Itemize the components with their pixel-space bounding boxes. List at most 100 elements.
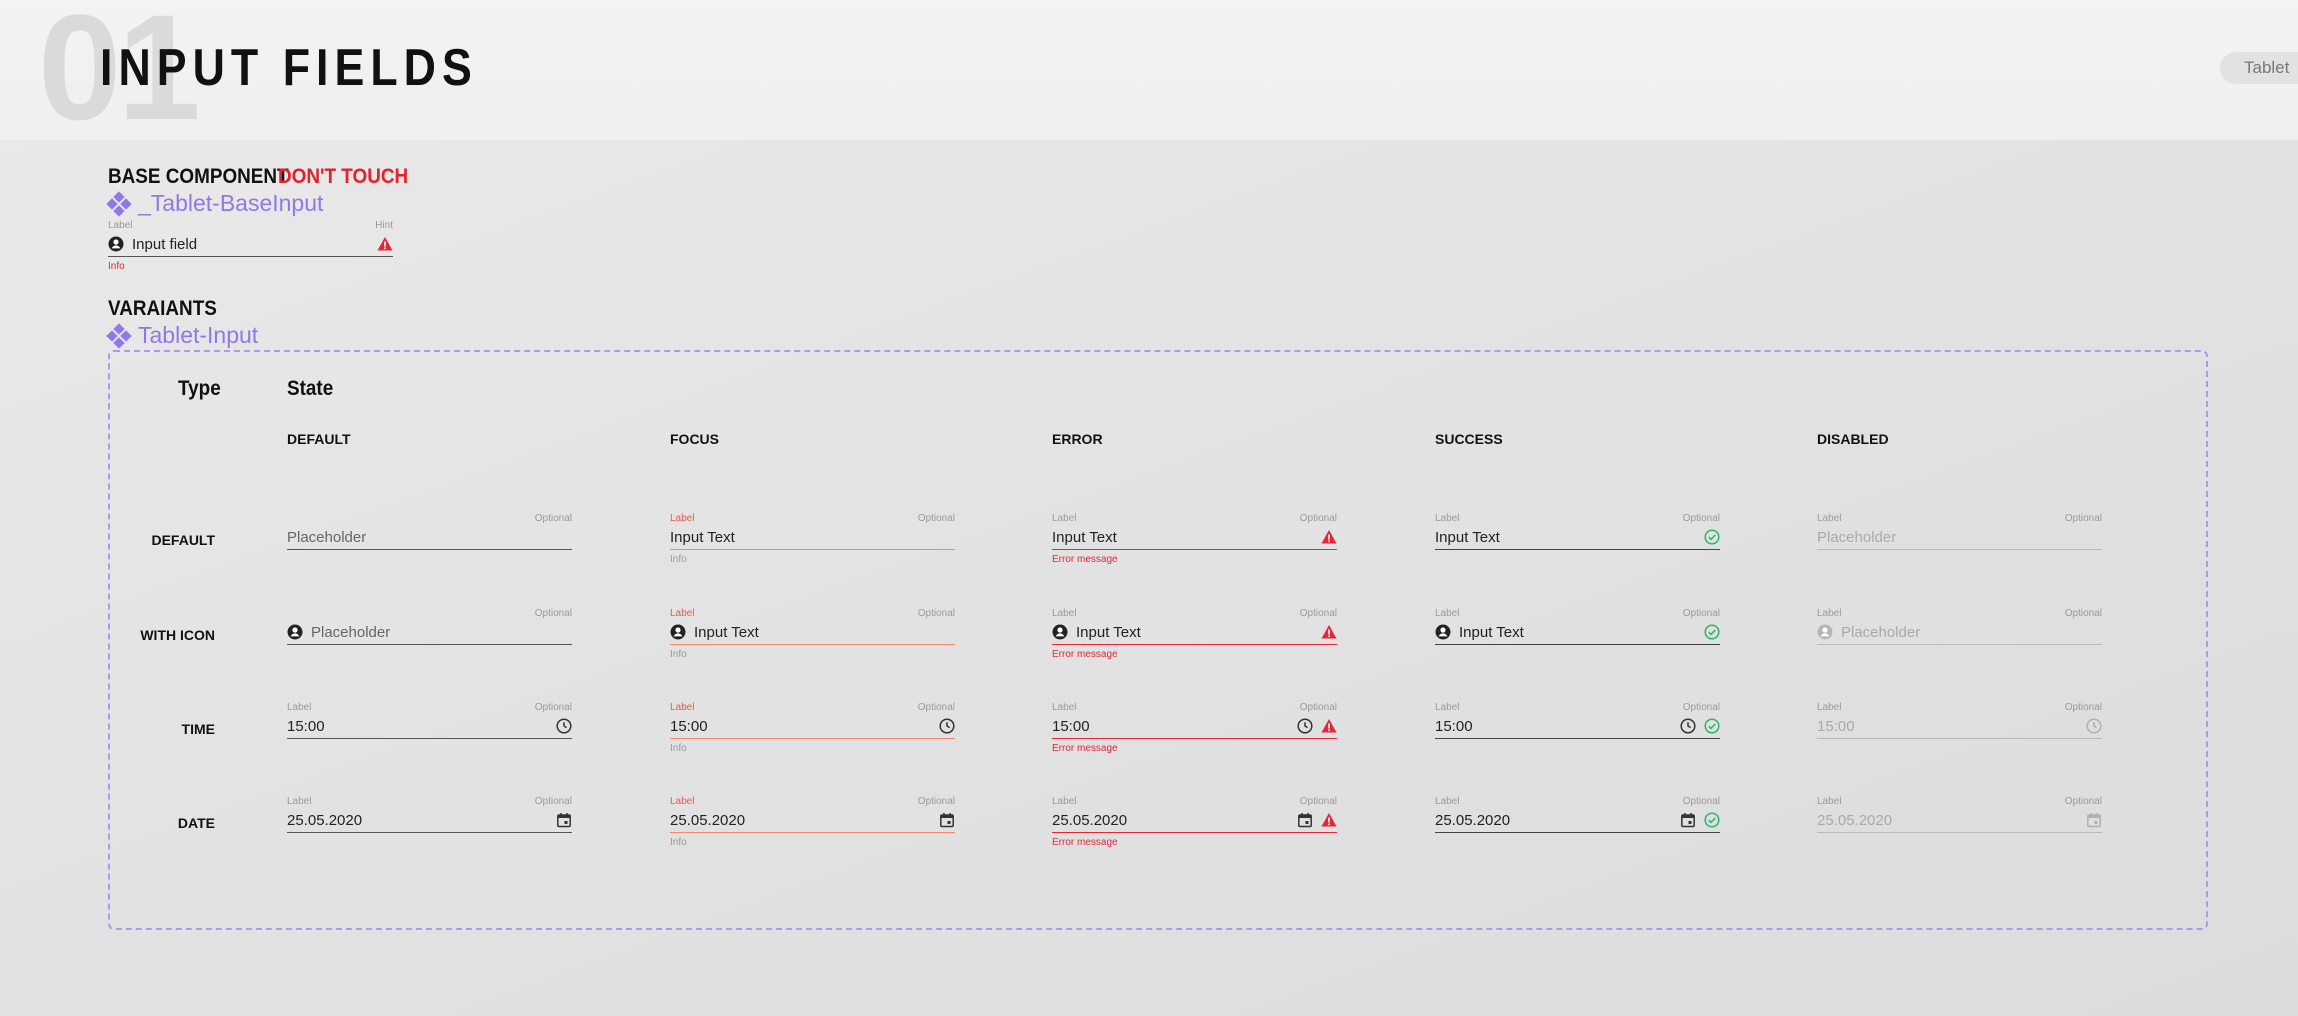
warning-icon bbox=[1321, 624, 1337, 640]
input-default-default[interactable]: Optional Placeholder bbox=[287, 513, 572, 573]
input-with-icon-default[interactable]: Optional Placeholder bbox=[287, 608, 572, 668]
field-optional: Optional bbox=[917, 513, 955, 524]
field-label: Label bbox=[287, 702, 312, 713]
field-label: Label bbox=[670, 513, 695, 524]
field-label: Label bbox=[108, 220, 133, 231]
field-value: 25.05.2020 bbox=[1817, 811, 1893, 829]
input-time-success[interactable]: Label Optional 15:00 bbox=[1435, 702, 1720, 762]
field-value: Placeholder bbox=[311, 623, 391, 641]
field-label: Label bbox=[1817, 702, 1842, 713]
field-label: Label bbox=[1052, 513, 1077, 524]
field-optional: Optional bbox=[1299, 513, 1337, 524]
input-time-focus[interactable]: Label Optional 15:00 Info bbox=[670, 702, 955, 762]
base-component-link[interactable]: _Tablet-BaseInput bbox=[106, 190, 324, 217]
page-title: INPUT FIELDS bbox=[100, 39, 478, 97]
column-header-focus: FOCUS bbox=[670, 431, 719, 447]
input-time-error[interactable]: Label Optional 15:00 Error message bbox=[1052, 702, 1337, 762]
field-optional: Optional bbox=[2064, 796, 2102, 807]
calendar-icon[interactable] bbox=[1297, 812, 1313, 828]
field-value: Placeholder bbox=[1841, 623, 1921, 641]
field-value: Input Text bbox=[1459, 623, 1524, 641]
column-header-default: DEFAULT bbox=[287, 431, 351, 447]
variants-component-link[interactable]: Tablet-Input bbox=[106, 322, 259, 349]
field-optional: Optional bbox=[534, 796, 572, 807]
field-hint: Hint bbox=[375, 220, 393, 231]
field-value: Input Text bbox=[1052, 528, 1117, 546]
input-default-success[interactable]: Label Optional Input Text bbox=[1435, 513, 1720, 573]
field-optional: Optional bbox=[917, 702, 955, 713]
field-optional: Optional bbox=[917, 796, 955, 807]
field-label: Label bbox=[1052, 608, 1077, 619]
check-circle-icon bbox=[1704, 812, 1720, 828]
warning-icon bbox=[1321, 812, 1337, 828]
input-with-icon-disabled: Label Optional Placeholder bbox=[1817, 608, 2102, 668]
input-with-icon-error[interactable]: Label Optional Input Text Error message bbox=[1052, 608, 1337, 668]
row-header-with-icon: WITH ICON bbox=[140, 627, 215, 643]
field-optional: Optional bbox=[534, 513, 572, 524]
input-date-focus[interactable]: Label Optional 25.05.2020 Info bbox=[670, 796, 955, 856]
input-with-icon-success[interactable]: Label Optional Input Text bbox=[1435, 608, 1720, 668]
base-component-name: _Tablet-BaseInput bbox=[138, 190, 324, 216]
field-label: Label bbox=[670, 702, 695, 713]
user-icon bbox=[1817, 624, 1833, 640]
input-date-default[interactable]: Label Optional 25.05.2020 bbox=[287, 796, 572, 856]
device-tag[interactable]: Tablet bbox=[2220, 52, 2298, 84]
clock-icon[interactable] bbox=[1297, 718, 1313, 734]
field-optional: Optional bbox=[2064, 513, 2102, 524]
field-value: Input field bbox=[132, 235, 198, 253]
field-optional: Optional bbox=[1299, 796, 1337, 807]
field-value: Input Text bbox=[670, 528, 735, 546]
field-info: Info bbox=[670, 837, 687, 848]
user-icon bbox=[1052, 624, 1068, 640]
calendar-icon[interactable] bbox=[556, 812, 572, 828]
clock-icon[interactable] bbox=[1680, 718, 1696, 734]
field-value: Input Text bbox=[694, 623, 759, 641]
column-header-success: SUCCESS bbox=[1435, 431, 1503, 447]
input-time-default[interactable]: Label Optional 15:00 bbox=[287, 702, 572, 762]
field-optional: Optional bbox=[917, 608, 955, 619]
field-value: 15:00 bbox=[670, 717, 708, 735]
field-optional: Optional bbox=[534, 608, 572, 619]
base-input-field[interactable]: Label Hint Input field Info bbox=[108, 220, 393, 280]
input-default-focus[interactable]: Label Optional Input Text Info bbox=[670, 513, 955, 573]
clock-icon[interactable] bbox=[556, 718, 572, 734]
field-label: Label bbox=[670, 796, 695, 807]
field-label: Label bbox=[1817, 796, 1842, 807]
input-date-success[interactable]: Label Optional 25.05.2020 bbox=[1435, 796, 1720, 856]
field-error-message: Error message bbox=[1052, 837, 1118, 848]
row-header-default: DEFAULT bbox=[151, 532, 215, 548]
field-error-message: Error message bbox=[1052, 743, 1118, 754]
clock-icon[interactable] bbox=[2086, 718, 2102, 734]
field-label: Label bbox=[1435, 608, 1460, 619]
column-header-error: ERROR bbox=[1052, 431, 1103, 447]
dont-touch-warning: DON'T TOUCH bbox=[278, 165, 409, 188]
field-optional: Optional bbox=[534, 702, 572, 713]
field-value: 15:00 bbox=[1817, 717, 1855, 735]
field-label: Label bbox=[1052, 796, 1077, 807]
column-header-disabled: DISABLED bbox=[1817, 431, 1889, 447]
field-label: Label bbox=[1052, 702, 1077, 713]
input-with-icon-focus[interactable]: Label Optional Input Text Info bbox=[670, 608, 955, 668]
input-default-error[interactable]: Label Optional Input Text Error message bbox=[1052, 513, 1337, 573]
field-value: Placeholder bbox=[1817, 528, 1897, 546]
field-info: Info bbox=[670, 554, 687, 565]
page-header: 01 INPUT FIELDS Tablet bbox=[0, 0, 2298, 142]
field-optional: Optional bbox=[1299, 702, 1337, 713]
input-date-disabled: Label Optional 25.05.2020 bbox=[1817, 796, 2102, 856]
check-circle-icon bbox=[1704, 718, 1720, 734]
variants-component-name: Tablet-Input bbox=[138, 322, 259, 348]
base-component-heading: BASE COMPONENT bbox=[108, 165, 289, 188]
field-label: Label bbox=[670, 608, 695, 619]
field-optional: Optional bbox=[1682, 796, 1720, 807]
user-icon bbox=[670, 624, 686, 640]
field-label: Label bbox=[1817, 608, 1842, 619]
field-error-message: Error message bbox=[1052, 649, 1118, 660]
field-value: 15:00 bbox=[287, 717, 325, 735]
input-date-error[interactable]: Label Optional 25.05.2020 Error message bbox=[1052, 796, 1337, 856]
calendar-icon[interactable] bbox=[1680, 812, 1696, 828]
field-value: 15:00 bbox=[1435, 717, 1473, 735]
clock-icon[interactable] bbox=[939, 718, 955, 734]
calendar-icon[interactable] bbox=[2086, 812, 2102, 828]
calendar-icon[interactable] bbox=[939, 812, 955, 828]
row-header-time: TIME bbox=[181, 721, 215, 737]
